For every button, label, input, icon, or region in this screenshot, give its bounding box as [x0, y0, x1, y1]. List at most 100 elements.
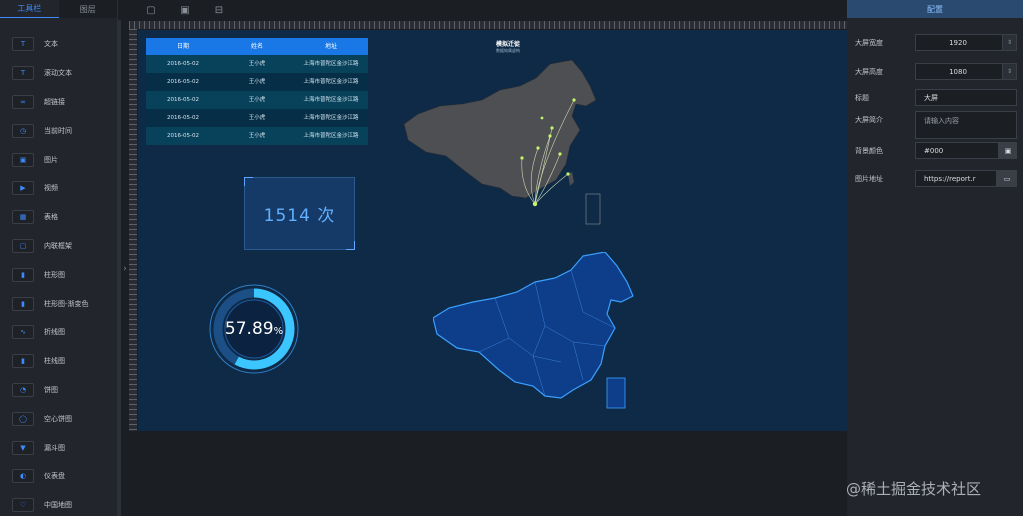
- donut-icon: ◯: [12, 411, 34, 426]
- tool-item[interactable]: ◔ 饼图: [0, 376, 117, 405]
- stepper-icon[interactable]: ⇕: [1002, 35, 1016, 50]
- tool-item[interactable]: ▣ 图片: [0, 145, 117, 174]
- tab-toolbar[interactable]: 工具栏: [0, 0, 59, 18]
- tool-item[interactable]: ▮ 柱形图-渐变色: [0, 289, 117, 318]
- china-map-icon: ♡: [12, 498, 34, 513]
- table-icon: ▦: [12, 210, 34, 225]
- tool-item[interactable]: ◷ 当前时间: [0, 116, 117, 145]
- south-sea-inset-glow: [606, 377, 626, 409]
- config-value: 1920: [949, 38, 967, 47]
- tool-item[interactable]: ◯ 空心饼图: [0, 404, 117, 433]
- tool-item[interactable]: ♡ 中国地图: [0, 491, 117, 516]
- tool-label: 超链接: [44, 97, 65, 106]
- gauge-label: 57.89%: [206, 281, 302, 377]
- tool-item[interactable]: ▢ 内联框架: [0, 232, 117, 261]
- tool-label: 内联框架: [44, 241, 72, 250]
- table-cell: 王小虎: [248, 133, 266, 139]
- table-header: 日期 姓名 地址: [146, 38, 368, 55]
- left-tabs: 工具栏 图层: [0, 0, 117, 18]
- counter-widget[interactable]: 1514 次: [244, 177, 355, 250]
- table-row: 2016-05-02 王小虎 上海市普陀区金沙江路: [146, 91, 368, 109]
- table-cell: 上海市普陀区金沙江路: [303, 115, 359, 121]
- tool-item[interactable]: ∿ 折线图: [0, 318, 117, 347]
- config-value: 大屏: [924, 93, 938, 102]
- config-field[interactable]: 1920 ⇕: [915, 34, 1017, 51]
- tool-label: 仪表盘: [44, 472, 65, 481]
- right-panel: 配置 大屏宽度 1920 ⇕ 大屏高度 1080 ⇕ 标题 大屏 大屏简介 请输入内容 背景颜色 #0…: [847, 0, 1023, 516]
- save-icon[interactable]: ▢: [143, 5, 159, 16]
- config-title: 配置: [847, 0, 1023, 18]
- tool-item[interactable]: ▼ 漏斗图: [0, 433, 117, 462]
- config-value: 1080: [949, 67, 967, 76]
- tool-label: 图片: [44, 155, 58, 164]
- migration-map[interactable]: [400, 56, 620, 226]
- tool-label: 滚动文本: [44, 69, 72, 78]
- table-cell: 上海市普陀区金沙江路: [303, 79, 359, 85]
- top-toolbar: ▢ ▣ ⊟: [129, 0, 847, 20]
- tool-label: 折线图: [44, 328, 65, 337]
- gauge-unit: %: [273, 325, 284, 337]
- table-cell: 2016-05-02: [167, 61, 199, 67]
- app: 工具栏 图层 T 文本 T 滚动文本 ∞ 超链接 ◷ 当前时间 ▣ 图片 ▶ 视频 ▦ 表格 ▢ 内联框架 ▮ 柱…: [0, 0, 1023, 516]
- table-cell: 2016-05-02: [167, 133, 199, 139]
- config-label: 标题: [855, 94, 869, 102]
- config-field[interactable]: https://report.r: [915, 170, 997, 187]
- table-cell: 上海市普陀区金沙江路: [303, 133, 359, 139]
- tool-item[interactable]: ▮ 柱形图: [0, 260, 117, 289]
- tool-item[interactable]: T 滚动文本: [0, 59, 117, 88]
- screenshot-icon[interactable]: ▣: [177, 5, 193, 16]
- config-field[interactable]: 1080 ⇕: [915, 63, 1017, 80]
- iframe-icon: ▢: [12, 238, 34, 253]
- collapse-panel-icon[interactable]: ›: [121, 260, 129, 278]
- video-icon: ▶: [12, 181, 34, 196]
- table-cell: 2016-05-02: [167, 79, 199, 85]
- map-title: 模拟迁徙: [495, 41, 520, 48]
- table-cell: 王小虎: [248, 79, 266, 85]
- tab-layers[interactable]: 图层: [59, 0, 118, 18]
- table-header-cell: 日期: [176, 43, 189, 50]
- color-picker-icon[interactable]: ▣: [999, 142, 1017, 159]
- screen-canvas[interactable]: 日期 姓名 地址 2016-05-02 王小虎 上海市普陀区金沙江路 2016-05-…: [138, 30, 847, 431]
- folder-icon[interactable]: ▭: [997, 170, 1017, 187]
- text-icon: T: [12, 37, 34, 52]
- config-field[interactable]: #000: [915, 142, 999, 159]
- preview-icon[interactable]: ⊟: [211, 5, 227, 16]
- tool-item[interactable]: ▮ 柱线图: [0, 347, 117, 376]
- tool-item[interactable]: T 文本: [0, 30, 117, 59]
- map-subtitle: 数据纯属虚构: [496, 48, 520, 53]
- table-cell: 王小虎: [248, 115, 266, 121]
- gauge-value: 57.89: [224, 319, 274, 339]
- tool-item[interactable]: ∞ 超链接: [0, 88, 117, 117]
- table-header-cell: 地址: [324, 43, 337, 50]
- pie-icon: ◔: [12, 382, 34, 397]
- config-label: 图片地址: [855, 175, 883, 183]
- table-cell: 上海市普陀区金沙江路: [303, 97, 359, 103]
- tool-label: 中国地图: [44, 501, 72, 510]
- table-cell: 王小虎: [248, 61, 266, 67]
- watermark: @稀土掘金技术社区: [846, 480, 982, 498]
- stepper-icon[interactable]: ⇕: [1002, 64, 1016, 79]
- tool-label: 柱形图-渐变色: [44, 299, 89, 308]
- config-value: #000: [924, 146, 944, 155]
- combo-chart-icon: ▮: [12, 354, 34, 369]
- table-row: 2016-05-02 王小虎 上海市普陀区金沙江路: [146, 109, 368, 127]
- tool-label: 当前时间: [44, 126, 72, 135]
- table-body: 2016-05-02 王小虎 上海市普陀区金沙江路 2016-05-02 王小虎 上海市普…: [146, 55, 368, 145]
- ruler-horizontal: [129, 21, 847, 29]
- tool-label: 空心饼图: [44, 414, 72, 423]
- table-header-cell: 姓名: [250, 43, 263, 50]
- south-sea-inset: [585, 193, 601, 225]
- tool-item[interactable]: ◐ 仪表盘: [0, 462, 117, 491]
- tool-item[interactable]: ▦ 表格: [0, 203, 117, 232]
- config-field[interactable]: 大屏: [915, 89, 1017, 106]
- bar-chart-icon: ▮: [12, 267, 34, 282]
- image-icon: ▣: [12, 152, 34, 167]
- tool-item[interactable]: ▶ 视频: [0, 174, 117, 203]
- data-table-widget[interactable]: 日期 姓名 地址 2016-05-02 王小虎 上海市普陀区金沙江路 2016-05-…: [146, 38, 368, 148]
- glow-china-map[interactable]: [433, 252, 643, 412]
- ruler-vertical: [129, 29, 137, 431]
- gauge-icon: ◐: [12, 469, 34, 484]
- table-cell: 2016-05-02: [167, 97, 199, 103]
- table-row: 2016-05-02 王小虎 上海市普陀区金沙江路: [146, 127, 368, 145]
- config-field[interactable]: 请输入内容: [915, 111, 1017, 139]
